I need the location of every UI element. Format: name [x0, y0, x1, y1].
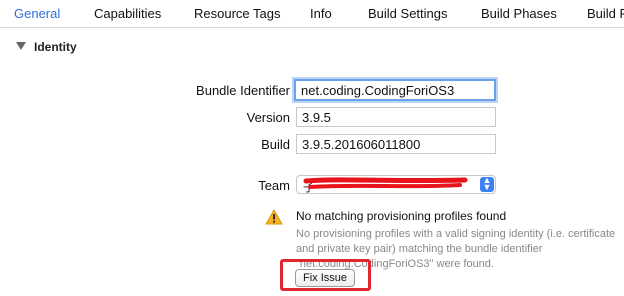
tab-info[interactable]: Info [310, 6, 332, 21]
tab-capabilities[interactable]: Capabilities [94, 6, 161, 21]
build-label: Build [261, 137, 290, 152]
team-label: Team [258, 178, 290, 193]
section-title: Identity [34, 40, 77, 54]
annotation-highlight-box [280, 259, 371, 291]
version-label: Version [246, 110, 290, 125]
bundle-identifier-label: Bundle Identifier [196, 83, 290, 98]
warning-icon [265, 209, 283, 225]
warning-title: No matching provisioning profiles found [296, 209, 507, 223]
identity-section-header[interactable]: Identity [16, 40, 77, 54]
tab-build-settings[interactable]: Build Settings [368, 6, 448, 21]
bundle-identifier-field[interactable] [294, 79, 496, 101]
select-stepper-icon: ▲ ▼ [480, 176, 494, 192]
version-field[interactable] [296, 107, 496, 127]
tab-general[interactable]: General [14, 6, 60, 21]
build-field[interactable] [296, 134, 496, 154]
redaction-scribble [303, 177, 468, 189]
disclosure-triangle-icon[interactable] [16, 42, 26, 50]
tab-resource-tags[interactable]: Resource Tags [194, 6, 280, 21]
tab-build-rules[interactable]: Build R [587, 6, 624, 21]
tab-bar: General Capabilities Resource Tags Info … [0, 0, 624, 28]
tab-build-phases[interactable]: Build Phases [481, 6, 557, 21]
